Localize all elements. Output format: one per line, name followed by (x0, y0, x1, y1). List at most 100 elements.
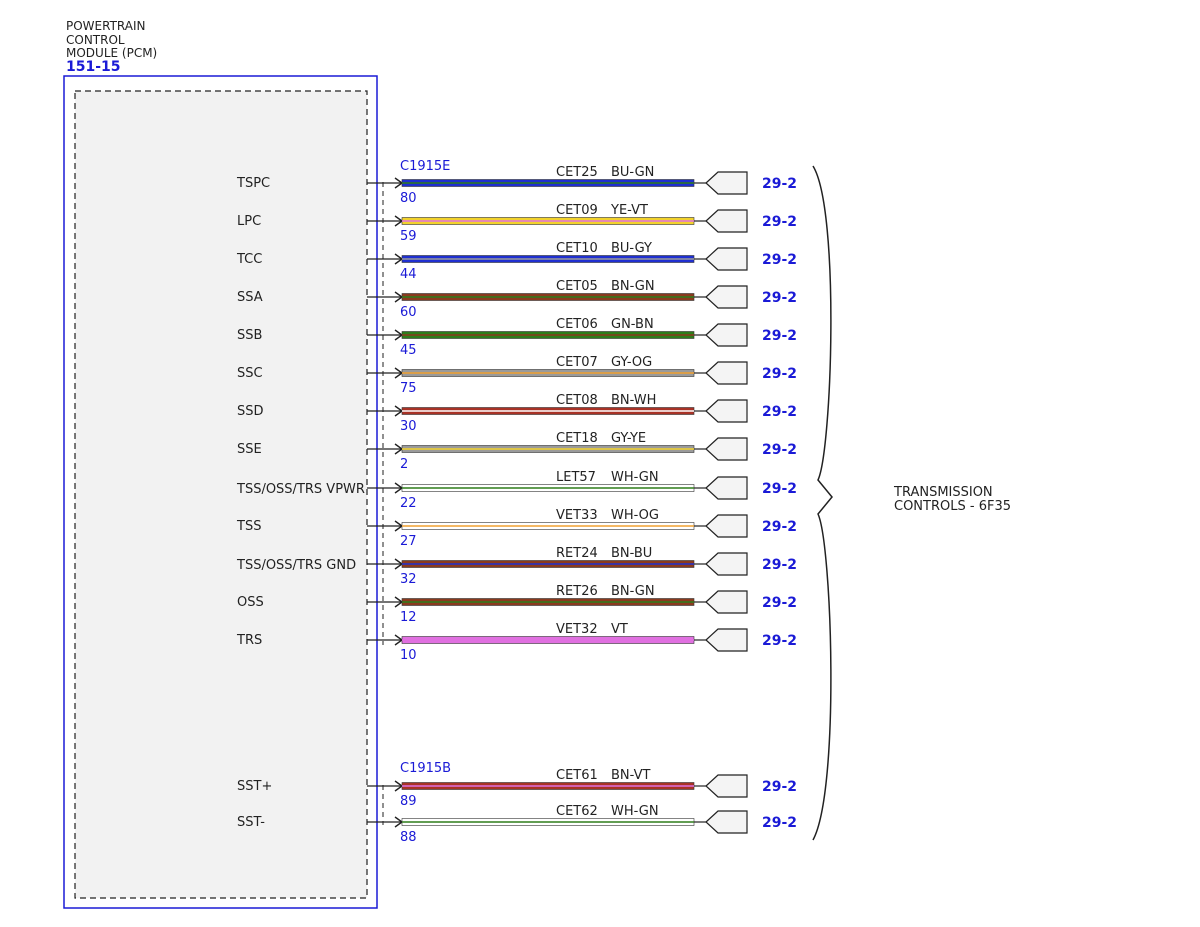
circuit-id: LET57 (556, 470, 596, 485)
module-title-line-3: MODULE (PCM) (66, 46, 157, 60)
signal-label: SSB (237, 328, 262, 343)
circuit-id: CET61 (556, 768, 598, 783)
page-ref-link[interactable]: 29-2 (762, 595, 797, 611)
offpage-connector (705, 209, 748, 233)
pin-number: 80 (400, 191, 417, 206)
wire-color: WH-OG (611, 508, 659, 523)
offpage-connector (705, 810, 748, 834)
offpage-connector (705, 323, 748, 347)
page-ref-link[interactable]: 29-2 (762, 252, 797, 268)
circuit-id: CET08 (556, 393, 598, 408)
module-title-line-2: CONTROL (66, 33, 125, 47)
offpage-connector (705, 437, 748, 461)
wire-color: WH-GN (611, 804, 659, 819)
offpage-connector (705, 285, 748, 309)
wire-color: BU-GN (611, 165, 654, 180)
connector-label-c1915b[interactable]: C1915B (400, 761, 451, 776)
page-ref-link[interactable]: 29-2 (762, 214, 797, 230)
wire-color: GN-BN (611, 317, 654, 332)
wire-color: GY-YE (611, 431, 646, 446)
offpage-connector (705, 476, 748, 500)
circuit-id: CET10 (556, 241, 598, 256)
offpage-connector (705, 552, 748, 576)
page-ref-link[interactable]: 29-2 (762, 519, 797, 535)
offpage-connector (705, 514, 748, 538)
circuit-id: CET25 (556, 165, 598, 180)
page-ref-link[interactable]: 29-2 (762, 328, 797, 344)
signal-label: OSS (237, 595, 264, 610)
offpage-connector (705, 247, 748, 271)
circuit-id: VET32 (556, 622, 598, 637)
circuit-id: CET09 (556, 203, 598, 218)
pin-number: 89 (400, 794, 417, 809)
signal-label: SSE (237, 442, 262, 457)
signal-label: TSPC (236, 176, 270, 191)
wire-color: BN-GN (611, 584, 655, 599)
page-ref-link[interactable]: 29-2 (762, 176, 797, 192)
wire-color: BU-GY (611, 241, 652, 256)
page-ref-link[interactable]: 29-2 (762, 633, 797, 649)
wire-color: GY-OG (611, 355, 652, 370)
circuit-id: RET26 (556, 584, 598, 599)
offpage-connector (705, 361, 748, 385)
pin-number: 44 (400, 267, 417, 282)
wire-color: BN-BU (611, 546, 652, 561)
pin-number: 27 (400, 534, 417, 549)
signal-label: TRS (236, 633, 262, 648)
circuit-id: VET33 (556, 508, 598, 523)
page-ref-link[interactable]: 29-2 (762, 481, 797, 497)
signal-label: TSS (236, 519, 261, 534)
circuit-id: CET07 (556, 355, 598, 370)
wire-color: YE-VT (610, 203, 648, 218)
wire-color: BN-VT (611, 768, 650, 783)
circuit-id: CET18 (556, 431, 598, 446)
signal-label: SSC (237, 366, 263, 381)
page-ref-link[interactable]: 29-2 (762, 366, 797, 382)
target-label-line-2: CONTROLS - 6F35 (894, 499, 1011, 514)
signal-label: SST- (237, 815, 265, 830)
page-ref-link[interactable]: 29-2 (762, 404, 797, 420)
wire-color: BN-WH (611, 393, 656, 408)
offpage-connector (705, 399, 748, 423)
signal-label: TCC (236, 252, 262, 267)
circuit-id: CET05 (556, 279, 598, 294)
pin-number: 2 (400, 457, 408, 472)
signal-label: TSS/OSS/TRS VPWR (236, 482, 365, 497)
offpage-connector (705, 628, 748, 652)
wire-color: VT (611, 622, 628, 637)
pin-number: 12 (400, 610, 417, 625)
page-ref-link[interactable]: 29-2 (762, 557, 797, 573)
pin-number: 30 (400, 419, 417, 434)
page-ref-link[interactable]: 29-2 (762, 779, 797, 795)
signal-label: LPC (237, 214, 261, 229)
group-brace (812, 165, 833, 841)
signal-label: SST+ (237, 779, 272, 794)
module-title-line-1: POWERTRAIN (66, 19, 146, 33)
signal-label: TSS/OSS/TRS GND (236, 558, 356, 573)
pin-number: 32 (400, 572, 417, 587)
page-ref-link[interactable]: 29-2 (762, 290, 797, 306)
pin-number: 60 (400, 305, 417, 320)
circuit-id: CET06 (556, 317, 598, 332)
offpage-connector (705, 171, 748, 195)
pin-number: 59 (400, 229, 417, 244)
circuit-id: RET24 (556, 546, 598, 561)
signal-label: SSD (237, 404, 264, 419)
signal-label: SSA (237, 290, 263, 305)
page-ref-link[interactable]: 29-2 (762, 815, 797, 831)
pin-number: 75 (400, 381, 417, 396)
wiring-diagram: POWERTRAIN CONTROL MODULE (PCM) 151-15 C… (63, 19, 1011, 909)
module-ref[interactable]: 151-15 (66, 59, 121, 75)
pin-number: 10 (400, 648, 417, 663)
page-ref-link[interactable]: 29-2 (762, 442, 797, 458)
wire-color: BN-GN (611, 279, 655, 294)
offpage-connector (705, 590, 748, 614)
circuit-id: CET62 (556, 804, 598, 819)
wire-color: WH-GN (611, 470, 659, 485)
connector-label-c1915e[interactable]: C1915E (400, 159, 450, 174)
pin-number: 45 (400, 343, 417, 358)
pin-number: 22 (400, 496, 417, 511)
target-label-line-1: TRANSMISSION (893, 485, 993, 500)
pin-number: 88 (400, 830, 417, 845)
offpage-connector (705, 774, 748, 798)
